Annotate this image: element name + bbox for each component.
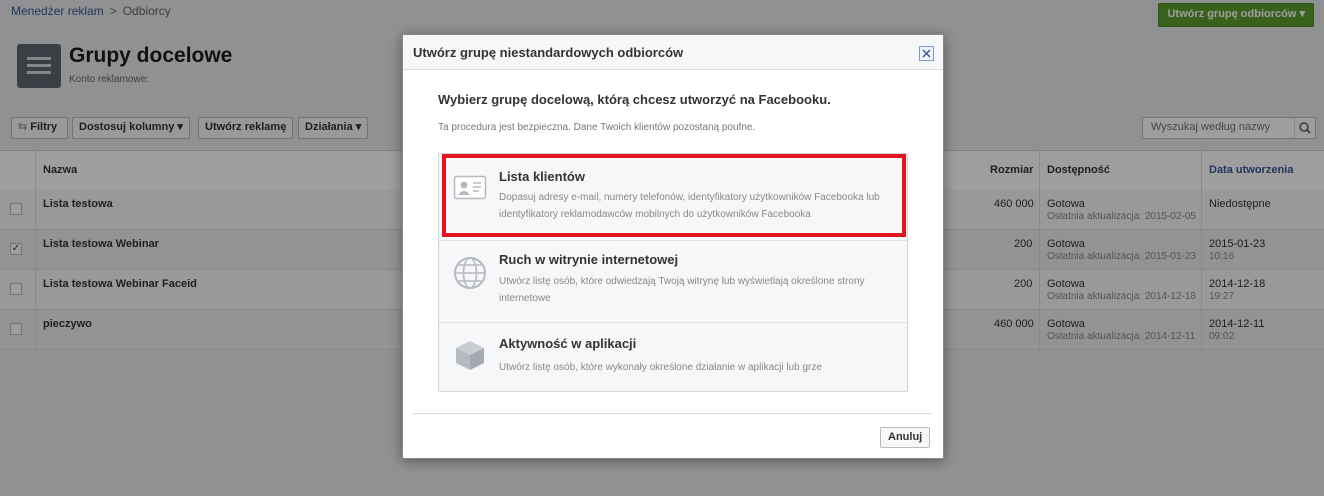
audience-type-options: Lista klientów Dopasuj adresy e-mail, nu… (438, 153, 908, 392)
dialog-header: Utwórz grupę niestandardowych odbiorców (403, 35, 943, 70)
privacy-note: Ta procedura jest bezpieczna. Dane Twoic… (438, 122, 756, 133)
highlight-annotation-box (442, 154, 906, 237)
cube-icon (453, 338, 487, 372)
dialog-footer-divider (413, 413, 932, 414)
globe-icon (453, 256, 487, 290)
option-customer-list[interactable]: Lista klientów Dopasuj adresy e-mail, nu… (439, 154, 907, 241)
cancel-button[interactable]: Anuluj (880, 427, 931, 448)
option-website-traffic[interactable]: Ruch w witrynie internetowej Utwórz list… (439, 240, 907, 323)
dialog-heading: Wybierz grupę docelową, którą chcesz utw… (438, 92, 831, 107)
create-custom-audience-dialog: Utwórz grupę niestandardowych odbiorców … (402, 34, 944, 459)
option-description: Utwórz listę osób, które odwiedzają Twoj… (499, 276, 865, 304)
option-title: Ruch w witrynie internetowej (499, 252, 679, 267)
option-description: Utwórz listę osób, które wykonały określ… (499, 362, 822, 373)
dialog-title: Utwórz grupę niestandardowych odbiorców (413, 45, 684, 60)
close-icon[interactable] (919, 46, 934, 61)
option-title: Aktywność w aplikacji (499, 336, 637, 351)
option-app-activity[interactable]: Aktywność w aplikacji Utwórz listę osób,… (439, 322, 907, 391)
